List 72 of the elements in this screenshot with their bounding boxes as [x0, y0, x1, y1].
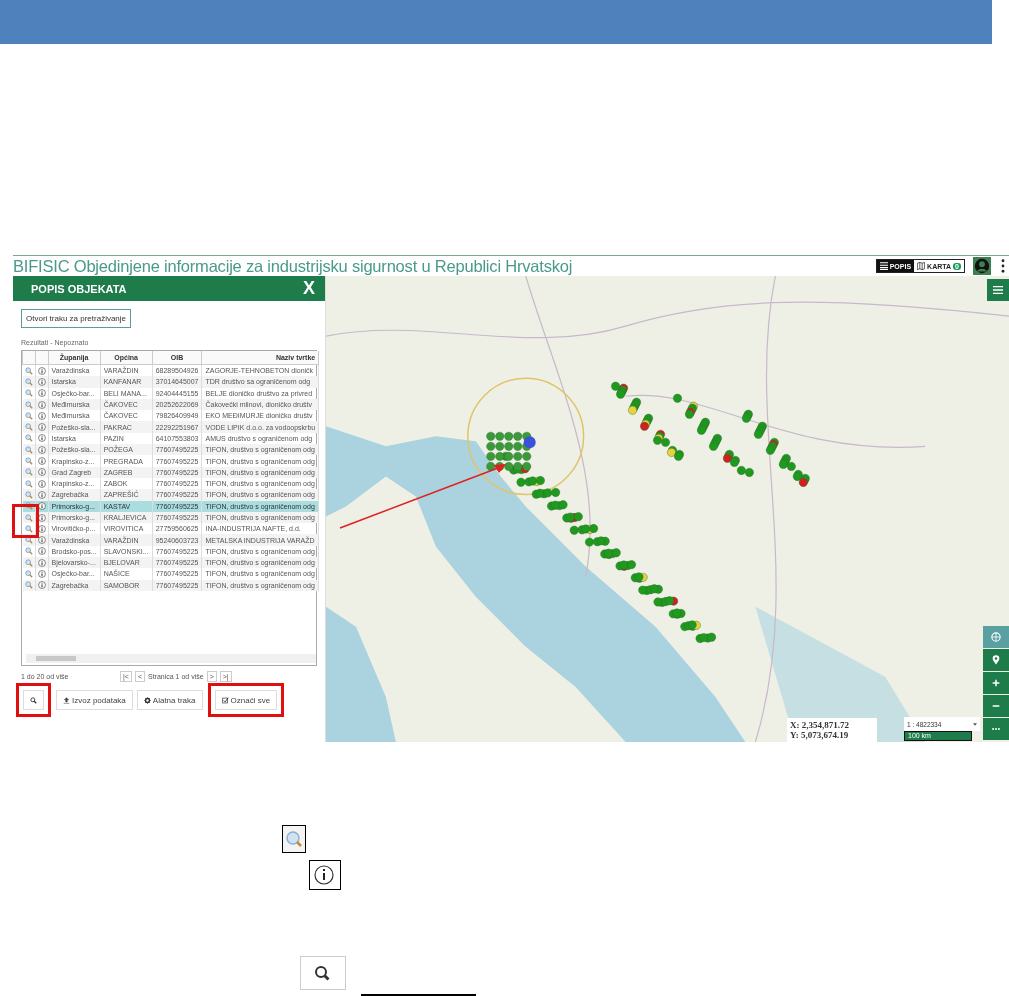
zoom-icon[interactable]: [24, 468, 33, 477]
avatar-icon[interactable]: [973, 257, 991, 275]
info-icon[interactable]: [37, 389, 46, 398]
search-icon: [300, 956, 346, 990]
checkbox-icon: [221, 696, 229, 704]
export-button[interactable]: Izvoz podataka: [56, 690, 133, 710]
zoom-icon[interactable]: [24, 536, 33, 545]
zoom-icon[interactable]: [24, 389, 33, 398]
globe-icon: [991, 632, 1001, 642]
zoom-icon[interactable]: [24, 411, 33, 420]
info-icon: [309, 860, 341, 890]
caret-icon: [973, 722, 977, 726]
info-icon[interactable]: [37, 411, 46, 420]
zoom-icon: [282, 825, 306, 853]
plus-icon: [991, 678, 1001, 688]
zoom-in-button[interactable]: [983, 672, 1009, 694]
zoom-icon[interactable]: [24, 502, 33, 511]
info-icon[interactable]: [37, 513, 46, 522]
info-icon[interactable]: [37, 502, 46, 511]
map-pin-icon: [991, 655, 1001, 665]
zoom-icon[interactable]: [24, 445, 33, 454]
gear-icon: [143, 696, 151, 704]
zoom-icon[interactable]: [24, 490, 33, 499]
list-icon: [879, 262, 888, 270]
info-icon[interactable]: [37, 468, 46, 477]
zoom-icon[interactable]: [24, 581, 33, 590]
coordinate-text: X: 2,354,871.72: [790, 720, 850, 730]
zoom-icon[interactable]: [24, 570, 33, 578]
toolbar-button[interactable]: Alatna traka: [136, 690, 203, 710]
marker-button[interactable]: [983, 649, 1009, 671]
zoom-icon[interactable]: [24, 377, 33, 386]
zoom-icon[interactable]: [24, 400, 33, 409]
search-icon: [30, 696, 37, 704]
map-icon: [917, 262, 926, 270]
zoom-icon[interactable]: [24, 479, 33, 488]
info-icon[interactable]: [37, 423, 46, 432]
annotation-box: [12, 504, 39, 538]
info-icon[interactable]: [37, 547, 46, 556]
info-icon[interactable]: [37, 457, 46, 465]
zoom-icon[interactable]: [24, 513, 33, 522]
upload-icon: [63, 696, 70, 704]
info-icon[interactable]: [37, 366, 46, 375]
zoom-icon[interactable]: [24, 366, 33, 375]
horizontal-scrollbar[interactable]: [26, 654, 316, 663]
zoom-icon[interactable]: [24, 524, 33, 533]
zoom-icon[interactable]: [24, 423, 33, 432]
app-title: BIFISIC Objedinjene informacije za industrijsku sigurnost u Republici Hrvatskoj: [13, 256, 574, 276]
zoom-out-button[interactable]: [983, 695, 1009, 717]
panel-title: POPIS OBJEKATA: [31, 282, 127, 295]
info-icon[interactable]: [37, 434, 46, 443]
info-icon[interactable]: [37, 479, 46, 488]
info-icon[interactable]: [37, 581, 46, 590]
info-icon[interactable]: [37, 536, 46, 545]
info-icon[interactable]: [37, 558, 46, 567]
close-button[interactable]: X: [303, 278, 315, 299]
zoom-icon[interactable]: [24, 558, 33, 567]
menu-icon: [993, 285, 1003, 295]
info-icon[interactable]: [37, 490, 46, 499]
zoom-icon[interactable]: [24, 547, 33, 556]
more-icon[interactable]: [1001, 259, 1005, 273]
menu-button[interactable]: [987, 279, 1009, 301]
zoom-icon[interactable]: [24, 434, 33, 443]
locate-button[interactable]: [983, 626, 1009, 648]
info-icon[interactable]: [37, 377, 46, 386]
more-button[interactable]: [983, 718, 1009, 740]
info-icon[interactable]: [37, 400, 46, 409]
coordinate-text: Y: 5,073,674.19: [790, 730, 850, 740]
info-icon[interactable]: [37, 570, 46, 578]
info-icon[interactable]: [37, 524, 46, 533]
info-icon[interactable]: [37, 445, 46, 454]
search-toggle-button[interactable]: Otvori traku za pretraživanje: [21, 309, 132, 328]
zoom-icon[interactable]: [24, 457, 33, 465]
